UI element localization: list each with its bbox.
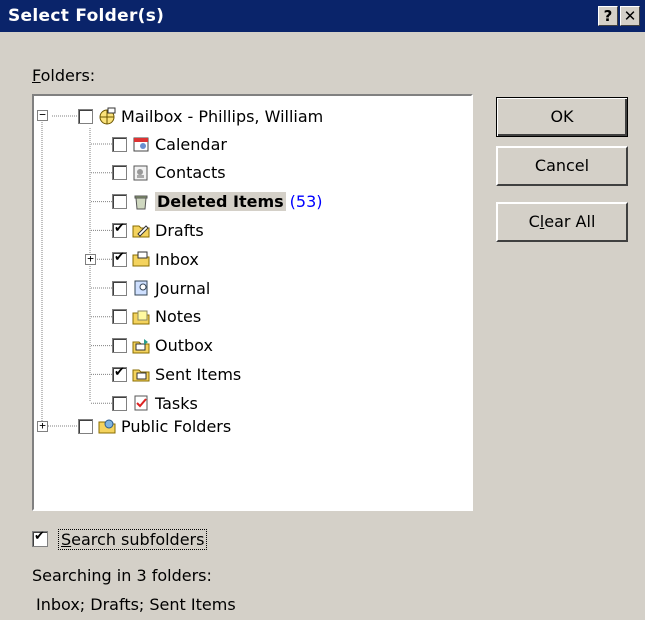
tree-node-public-folders[interactable]: Public Folders	[78, 414, 231, 438]
public-folders-checkbox[interactable]	[78, 418, 93, 434]
calendar-icon	[133, 137, 149, 152]
drafts-checkbox[interactable]	[112, 221, 127, 238]
notes-label: Notes	[155, 307, 202, 327]
tree-node-drafts[interactable]: Drafts	[112, 218, 204, 242]
status-folder-list: Inbox; Drafts; Sent Items	[36, 595, 236, 614]
cancel-button[interactable]: Cancel	[496, 146, 628, 186]
tree-connector-lines	[41, 115, 112, 427]
calendar-checkbox[interactable]	[112, 136, 127, 152]
outbox-icon	[132, 338, 150, 354]
tree-node-journal[interactable]: Journal	[112, 276, 210, 300]
tree-node-inbox[interactable]: Inbox	[112, 247, 199, 271]
ok-button[interactable]: OK	[496, 97, 628, 137]
dialog-title: Select Folder(s)	[8, 6, 165, 26]
mailbox-checkbox[interactable]	[78, 108, 93, 124]
folders-label: Folders:	[32, 66, 96, 85]
journal-checkbox[interactable]	[112, 280, 127, 296]
inbox-icon	[132, 251, 150, 267]
outbox-label: Outbox	[155, 336, 213, 356]
search-subfolders-checkbox[interactable]	[32, 529, 48, 547]
tree-node-sent-items[interactable]: Sent Items	[112, 362, 241, 386]
public-folders-icon	[98, 419, 116, 434]
calendar-label: Calendar	[155, 134, 227, 154]
drafts-icon	[132, 225, 150, 238]
help-button[interactable]: ?	[598, 6, 618, 26]
sent-items-label: Sent Items	[155, 364, 242, 384]
expand-inbox-toggle[interactable]: +	[85, 253, 96, 266]
search-subfolders-label[interactable]: Search subfolders	[58, 529, 208, 550]
journal-label: Journal	[155, 278, 211, 298]
inbox-label: Inbox	[155, 249, 199, 269]
tasks-checkbox[interactable]	[112, 395, 127, 411]
expand-public-folders-toggle[interactable]: +	[37, 420, 48, 432]
sent-items-icon	[132, 369, 150, 382]
folder-tree[interactable]: − Mailbox - Phillips, William Calendar Co…	[32, 94, 473, 511]
title-bar: Select Folder(s) ? ✕	[0, 0, 645, 32]
deleted-items-checkbox[interactable]	[112, 194, 127, 210]
notes-icon	[132, 310, 150, 325]
collapse-root-toggle[interactable]: −	[37, 109, 48, 121]
tree-node-deleted-items[interactable]: Deleted Items (53)	[112, 190, 322, 214]
deleted-items-label: Deleted Items	[155, 192, 286, 212]
tree-node-calendar[interactable]: Calendar	[112, 132, 227, 156]
contacts-checkbox[interactable]	[112, 165, 127, 181]
journal-icon	[134, 280, 148, 296]
tree-node-contacts[interactable]: Contacts	[112, 161, 226, 185]
drafts-label: Drafts	[155, 220, 204, 240]
tree-node-mailbox[interactable]: Mailbox - Phillips, William	[78, 104, 323, 128]
close-button[interactable]: ✕	[620, 6, 640, 26]
contacts-label: Contacts	[155, 163, 226, 183]
deleted-items-icon	[134, 195, 148, 210]
clear-all-button[interactable]: Clear All	[496, 202, 628, 242]
mailbox-icon	[99, 107, 116, 125]
tasks-label: Tasks	[155, 393, 198, 413]
contacts-icon	[133, 165, 148, 181]
tree-node-notes[interactable]: Notes	[112, 305, 201, 329]
tree-node-tasks[interactable]: Tasks	[112, 391, 198, 415]
tasks-icon	[134, 395, 148, 411]
deleted-items-unread-count: (53)	[289, 192, 323, 212]
outbox-checkbox[interactable]	[112, 338, 127, 354]
inbox-checkbox[interactable]	[112, 250, 127, 267]
notes-checkbox[interactable]	[112, 309, 127, 325]
sent-items-checkbox[interactable]	[112, 365, 127, 382]
tree-node-outbox[interactable]: Outbox	[112, 334, 213, 358]
status-searching-count: Searching in 3 folders:	[32, 566, 212, 585]
